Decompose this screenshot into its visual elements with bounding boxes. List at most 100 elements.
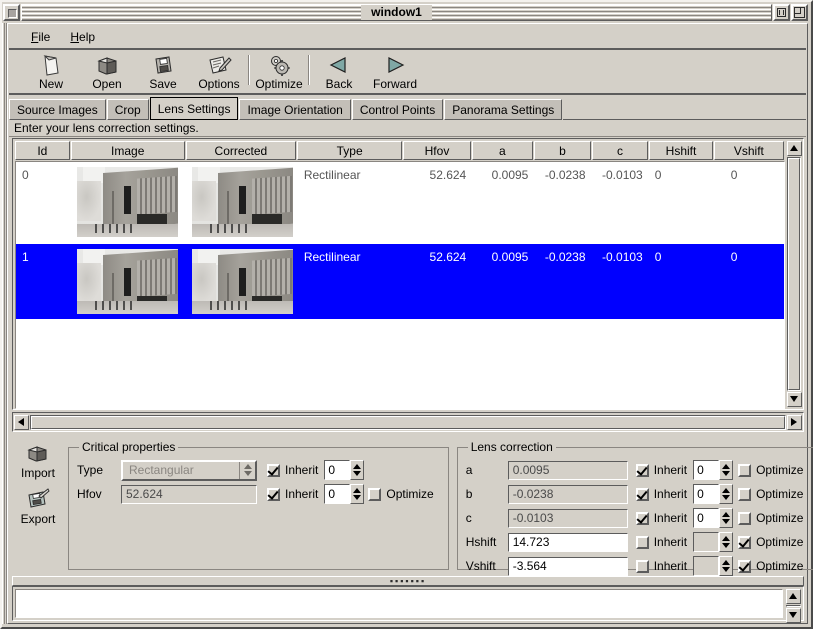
tab-crop[interactable]: Crop — [107, 99, 149, 120]
lens-spinner-vshift[interactable] — [693, 556, 733, 576]
triangle-left-icon — [324, 54, 354, 77]
toolbar-button-forward[interactable]: Forward — [367, 52, 423, 94]
minimize-button[interactable] — [773, 4, 790, 21]
column-header-image[interactable]: Image — [71, 141, 185, 160]
table-row[interactable]: 0 — [16, 162, 784, 244]
lens-field-vshift[interactable]: -3.564 — [508, 557, 628, 576]
lens-optimize-checkbox-vshift[interactable] — [738, 560, 751, 573]
log-scroll-down-button[interactable] — [786, 608, 801, 623]
scroll-trough-horizontal[interactable] — [30, 415, 786, 430]
column-header-hfov[interactable]: Hfov — [403, 141, 470, 160]
lens-spinner-c[interactable]: 0 — [693, 508, 733, 528]
lens-spinner-a[interactable]: 0 — [693, 460, 733, 480]
hfov-optimize-checkbox[interactable] — [368, 488, 381, 501]
lens-optimize-checkbox-hshift[interactable] — [738, 536, 751, 549]
export-button[interactable]: Export — [12, 488, 64, 534]
hfov-field[interactable]: 52.624 — [121, 485, 257, 504]
tab-lens-settings[interactable]: Lens Settings — [150, 97, 239, 120]
lens-row-a: a 0.0095 Inherit 0 Optimize — [466, 458, 810, 482]
table-row[interactable]: 1 — [16, 244, 784, 319]
lens-spin-buttons-c[interactable] — [719, 508, 733, 528]
maximize-button[interactable] — [791, 4, 808, 21]
toolbar-button-open[interactable]: Open — [79, 52, 135, 94]
cell-a: 0.0095 — [472, 244, 534, 264]
lens-spinner-hshift[interactable] — [693, 532, 733, 552]
scroll-thumb[interactable] — [788, 158, 800, 390]
lens-spin-value-a[interactable]: 0 — [693, 460, 719, 480]
hfov-inherit-spinner[interactable]: 0 — [324, 484, 364, 504]
lens-spin-value-b[interactable]: 0 — [693, 484, 719, 504]
toolbar-button-new[interactable]: New — [23, 52, 79, 94]
lens-inherit-checkbox-c[interactable] — [636, 512, 649, 525]
toolbar-button-save[interactable]: Save — [135, 52, 191, 94]
lens-field-b[interactable]: -0.0238 — [508, 485, 628, 504]
scroll-down-button[interactable] — [787, 392, 802, 407]
log-scroll-trough[interactable] — [786, 605, 801, 607]
lens-row-b: b -0.0238 Inherit 0 Optimize — [466, 482, 810, 506]
column-header-id[interactable]: Id — [15, 141, 70, 160]
tab-panorama-settings[interactable]: Panorama Settings — [444, 99, 562, 120]
tab-image-orientation[interactable]: Image Orientation — [239, 99, 350, 120]
type-spin-buttons[interactable] — [350, 460, 364, 480]
scroll-trough[interactable] — [787, 157, 801, 391]
cell-b: -0.0238 — [534, 162, 591, 182]
lens-spin-buttons-a[interactable] — [719, 460, 733, 480]
type-inherit-spinner[interactable]: 0 — [324, 460, 364, 480]
column-header-type[interactable]: Type — [297, 141, 402, 160]
column-header-a[interactable]: a — [472, 141, 533, 160]
lens-inherit-checkbox-hshift[interactable] — [636, 536, 649, 549]
scroll-thumb-horizontal[interactable] — [31, 416, 785, 429]
lens-spinner-b[interactable]: 0 — [693, 484, 733, 504]
type-inherit-checkbox[interactable] — [267, 464, 280, 477]
scroll-right-button[interactable] — [787, 415, 802, 430]
menu-help[interactable]: Help — [60, 28, 105, 46]
cell-image — [71, 162, 186, 237]
scroll-up-button[interactable] — [787, 141, 802, 156]
panel-splitter[interactable]: ▪▪▪▪▪▪▪ — [12, 576, 804, 586]
lens-spin-value-vshift[interactable] — [693, 556, 719, 576]
column-header-b[interactable]: b — [534, 141, 591, 160]
scroll-left-button[interactable] — [14, 415, 29, 430]
log-text-area[interactable] — [15, 589, 783, 618]
tab-control-points[interactable]: Control Points — [352, 99, 443, 120]
lens-optimize-label-a: Optimize — [756, 463, 803, 477]
lens-optimize-checkbox-a[interactable] — [738, 464, 751, 477]
lens-field-a[interactable]: 0.0095 — [508, 461, 628, 480]
lens-spin-buttons-b[interactable] — [719, 484, 733, 504]
hfov-inherit-checkbox[interactable] — [267, 488, 280, 501]
window-menu-button[interactable] — [3, 4, 20, 21]
title-bar-grip[interactable]: window1 — [21, 4, 772, 21]
log-scroll-up-button[interactable] — [786, 589, 801, 604]
import-button[interactable]: Import — [12, 442, 64, 488]
hfov-spin-buttons[interactable] — [350, 484, 364, 504]
cell-hshift: 0 — [649, 244, 713, 264]
hfov-spin-value[interactable]: 0 — [324, 484, 350, 504]
lens-label-c: c — [466, 511, 508, 525]
lens-field-hshift[interactable]: 14.723 — [508, 533, 628, 552]
lens-inherit-checkbox-vshift[interactable] — [636, 560, 649, 573]
lens-spin-value-hshift[interactable] — [693, 532, 719, 552]
lens-inherit-checkbox-a[interactable] — [636, 464, 649, 477]
toolbar-button-back[interactable]: Back — [311, 52, 367, 94]
column-header-hshift[interactable]: Hshift — [649, 141, 712, 160]
type-spin-value[interactable]: 0 — [324, 460, 350, 480]
lens-inherit-checkbox-b[interactable] — [636, 488, 649, 501]
log-vertical-scrollbar[interactable] — [783, 589, 801, 618]
toolbar-button-optimize[interactable]: Optimize — [251, 52, 307, 94]
column-header-vshift[interactable]: Vshift — [714, 141, 784, 160]
lens-optimize-checkbox-c[interactable] — [738, 512, 751, 525]
table-horizontal-scrollbar[interactable] — [12, 412, 804, 432]
lens-spin-buttons-vshift[interactable] — [719, 556, 733, 576]
tab-source-images[interactable]: Source Images — [9, 99, 106, 120]
column-header-corrected[interactable]: Corrected — [186, 141, 296, 160]
lens-spin-value-c[interactable]: 0 — [693, 508, 719, 528]
lens-field-c[interactable]: -0.0103 — [508, 509, 628, 528]
lens-optimize-checkbox-b[interactable] — [738, 488, 751, 501]
column-header-c[interactable]: c — [592, 141, 649, 160]
table-vertical-scrollbar[interactable] — [785, 139, 803, 409]
hint-text: Enter your lens correction settings. — [9, 120, 806, 137]
menu-file[interactable]: File — [21, 28, 60, 46]
lens-spin-buttons-hshift[interactable] — [719, 532, 733, 552]
type-combo[interactable]: Rectangular — [121, 460, 257, 481]
toolbar-button-options[interactable]: Options — [191, 52, 247, 94]
